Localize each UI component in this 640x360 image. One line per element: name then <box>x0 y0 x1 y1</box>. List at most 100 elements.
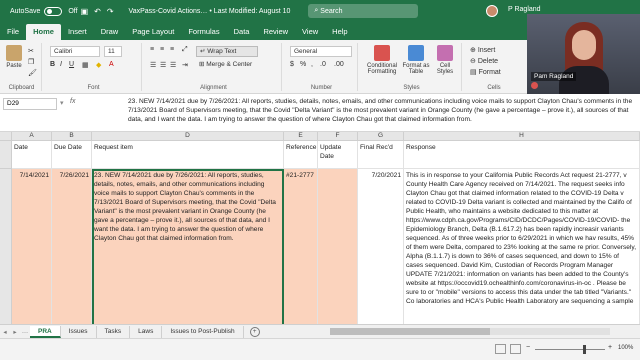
tab-home[interactable]: Home <box>26 24 61 40</box>
add-sheet-icon[interactable]: + <box>249 326 260 337</box>
zoom-out-icon[interactable]: − <box>526 344 530 351</box>
header-response[interactable]: Response <box>404 141 640 169</box>
row-header[interactable] <box>0 169 12 324</box>
format-painter-icon[interactable]: 🖌 <box>28 69 37 77</box>
column-header-b[interactable]: B <box>52 132 92 141</box>
prev-sheet-icon[interactable]: ◂ <box>0 328 10 336</box>
font-size-select[interactable]: 11 <box>104 46 122 57</box>
copy-icon[interactable]: ❐ <box>28 58 34 66</box>
fill-color-icon[interactable]: ◆ <box>96 61 101 69</box>
align-bottom-icon[interactable]: ≡ <box>170 46 174 53</box>
zoom-slider[interactable] <box>535 349 605 350</box>
tab-draw[interactable]: Draw <box>94 24 126 40</box>
undo-icon[interactable]: ↶ <box>94 7 101 16</box>
cell-date[interactable]: 7/14/2021 <box>12 169 52 324</box>
column-header-d[interactable]: D <box>92 132 284 141</box>
underline-icon[interactable]: U <box>69 61 74 68</box>
cut-icon[interactable]: ✂ <box>28 47 34 55</box>
horizontal-scroll-thumb[interactable] <box>330 328 490 335</box>
column-header-h[interactable]: H <box>404 132 640 141</box>
comma-icon[interactable]: , <box>311 61 313 68</box>
orientation-icon[interactable]: ⤢ <box>182 46 188 54</box>
column-header-a[interactable]: A <box>12 132 52 141</box>
normal-view-icon[interactable] <box>495 344 506 354</box>
align-right-icon[interactable]: ☰ <box>170 61 176 69</box>
user-name[interactable]: P Ragland <box>508 6 541 13</box>
cell-styles-button[interactable]: Cell Styles <box>432 45 458 75</box>
name-box-dropdown-icon[interactable]: ▾ <box>60 99 64 107</box>
cell-due-date[interactable]: 7/26/2021 <box>52 169 92 324</box>
paste-button[interactable]: Paste <box>6 45 22 69</box>
number-label: Number <box>310 85 333 91</box>
cell-response[interactable]: This is in response to your California P… <box>404 169 640 324</box>
conditional-formatting-button[interactable]: Conditional Formatting <box>364 45 400 75</box>
sheet-tab-pra[interactable]: PRA <box>30 325 61 338</box>
cell-final-recd[interactable]: 7/20/2021 <box>358 169 404 324</box>
italic-icon[interactable]: I <box>60 61 62 68</box>
formula-input[interactable]: 23. NEW 7/14/2021 due by 7/26/2021: All … <box>128 97 636 124</box>
cell-reference[interactable]: #21-2777 <box>284 169 318 324</box>
header-final-recd[interactable]: Final Rec'd <box>358 141 404 169</box>
decrease-decimal-icon[interactable]: .00 <box>334 61 344 68</box>
page-layout-view-icon[interactable] <box>510 344 521 354</box>
currency-icon[interactable]: $ <box>290 61 294 68</box>
tab-file[interactable]: File <box>0 24 26 40</box>
zoom-level[interactable]: 100% <box>618 345 633 351</box>
spreadsheet-grid[interactable]: A B D E F G H Date Due Date Request item… <box>0 132 640 324</box>
column-header-g[interactable]: G <box>358 132 404 141</box>
tab-help[interactable]: Help <box>325 24 354 40</box>
name-box[interactable]: D29 <box>3 98 57 110</box>
zoom-slider-knob[interactable] <box>583 345 586 354</box>
font-color-icon[interactable]: A <box>109 61 114 68</box>
sheet-tab-issues[interactable]: Issues <box>61 325 97 338</box>
sheet-menu-icon[interactable]: … <box>20 328 30 335</box>
header-due-date[interactable]: Due Date <box>52 141 92 169</box>
row-header[interactable] <box>0 141 12 169</box>
delete-cells-button[interactable]: ⊖ Delete <box>470 57 498 65</box>
font-name-select[interactable]: Calibri <box>50 46 100 57</box>
number-format-select[interactable]: General <box>290 46 352 57</box>
next-sheet-icon[interactable]: ▸ <box>10 328 20 336</box>
header-update-date[interactable]: Update Date <box>318 141 358 169</box>
delete-label: Delete <box>477 58 499 65</box>
align-left-icon[interactable]: ☰ <box>150 61 156 69</box>
tab-insert[interactable]: Insert <box>61 24 94 40</box>
header-date[interactable]: Date <box>12 141 52 169</box>
user-avatar[interactable] <box>486 5 498 17</box>
column-header-e[interactable]: E <box>284 132 318 141</box>
search-box[interactable]: ⌕ Search <box>308 4 419 18</box>
wrap-text-button[interactable]: ↵ Wrap Text <box>196 46 258 57</box>
tab-data[interactable]: Data <box>227 24 257 40</box>
select-all-corner[interactable] <box>0 132 12 141</box>
sheet-tab-laws[interactable]: Laws <box>130 325 163 338</box>
cell-update-date[interactable] <box>318 169 358 324</box>
percent-icon[interactable]: % <box>300 61 306 68</box>
merge-center-button[interactable]: ⊞ Merge & Center <box>196 60 274 71</box>
align-middle-icon[interactable]: ≡ <box>160 46 164 53</box>
indent-icon[interactable]: ⇥ <box>182 61 188 69</box>
redo-icon[interactable]: ↷ <box>107 7 114 16</box>
fx-icon[interactable]: fx <box>70 98 75 105</box>
insert-cells-button[interactable]: ⊕ Insert <box>470 46 495 54</box>
format-cells-button[interactable]: ▤ Format <box>470 68 501 76</box>
tab-review[interactable]: Review <box>256 24 295 40</box>
tab-page-layout[interactable]: Page Layout <box>125 24 181 40</box>
format-as-table-button[interactable]: Format as Table <box>402 45 430 75</box>
bold-icon[interactable]: B <box>50 61 55 68</box>
horizontal-scrollbar[interactable] <box>330 328 610 335</box>
borders-icon[interactable]: ▦ <box>82 61 89 69</box>
align-top-icon[interactable]: ≡ <box>150 46 154 53</box>
save-icon[interactable]: ▣ <box>81 7 89 16</box>
cell-request-item[interactable]: 23. NEW 7/14/2021 due by 7/26/2021: All … <box>92 169 284 324</box>
tab-view[interactable]: View <box>295 24 325 40</box>
zoom-in-icon[interactable]: + <box>608 344 612 351</box>
column-header-f[interactable]: F <box>318 132 358 141</box>
header-reference[interactable]: Reference <box>284 141 318 169</box>
sheet-tab-issues-to-post-publish[interactable]: Issues to Post-Publish <box>162 325 244 338</box>
autosave-toggle[interactable] <box>44 6 63 16</box>
increase-decimal-icon[interactable]: .0 <box>320 61 326 68</box>
sheet-tab-tasks[interactable]: Tasks <box>97 325 131 338</box>
align-center-icon[interactable]: ☰ <box>160 61 166 69</box>
tab-formulas[interactable]: Formulas <box>181 24 226 40</box>
header-request-item[interactable]: Request item <box>92 141 284 169</box>
